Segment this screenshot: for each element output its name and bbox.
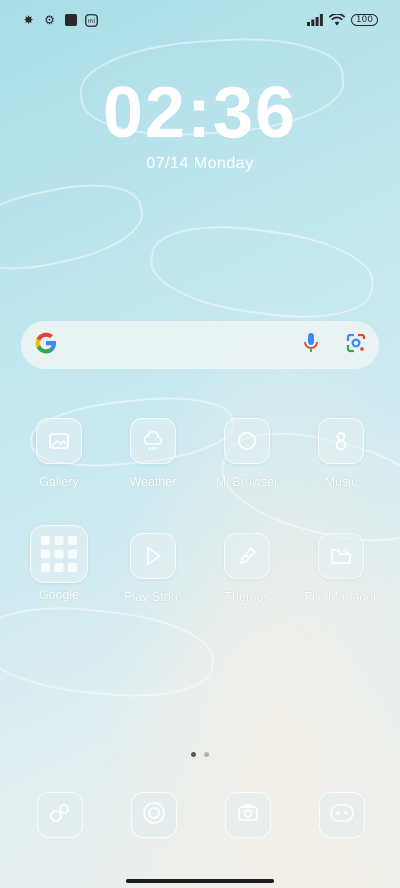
dock-chat[interactable] [319, 792, 365, 838]
status-bar: ✸ ⚙ mi 100 [22, 10, 378, 30]
app-themes[interactable]: Themes [197, 533, 297, 604]
app-label: Themes [224, 590, 270, 604]
messages-icon [141, 800, 167, 830]
clock-date[interactable]: 07/14 Monday [0, 155, 400, 173]
themes-icon [224, 533, 270, 579]
google-logo-icon [33, 330, 59, 360]
camera-icon [236, 802, 260, 828]
app-label: Gallery [39, 475, 79, 489]
mi-icon: mi [85, 13, 98, 27]
page-dot-2[interactable] [204, 752, 209, 757]
google-search-bar[interactable] [21, 321, 379, 369]
app-label: Play Store [124, 590, 182, 604]
file-manager-icon [318, 533, 364, 579]
phone-icon [48, 801, 72, 829]
app-weather[interactable]: Weather [103, 418, 203, 489]
settings-gear-icon: ⚙ [44, 13, 55, 27]
battery-indicator: 100 [350, 14, 378, 26]
app-label: File Manager [304, 590, 378, 604]
folder-google[interactable]: Google [9, 525, 109, 602]
browser-icon [224, 418, 270, 464]
google-folder-icon [30, 525, 88, 583]
weather-icon [130, 418, 176, 464]
dock-phone[interactable] [37, 792, 83, 838]
voice-search-mic-icon[interactable] [303, 332, 319, 358]
signal-icon [306, 11, 323, 30]
play-store-icon [130, 533, 176, 579]
dock-messages[interactable] [131, 792, 177, 838]
app-label: Mi Browser [215, 475, 279, 489]
app-label: Weather [129, 475, 177, 489]
google-lens-icon[interactable] [345, 332, 367, 358]
clock-time[interactable]: 02:36 [0, 72, 400, 154]
app-file-manager[interactable]: File Manager [291, 533, 391, 604]
gallery-icon [36, 418, 82, 464]
music-icon [318, 418, 364, 464]
chat-icon [329, 802, 355, 828]
app-square-icon [64, 14, 77, 27]
app-mi-browser[interactable]: Mi Browser [197, 418, 297, 489]
bug-icon: ✸ [23, 13, 34, 27]
app-music[interactable]: Music [291, 418, 391, 489]
app-label: Google [38, 588, 80, 602]
home-gesture-bar[interactable] [126, 879, 274, 883]
app-play-store[interactable]: Play Store [103, 533, 203, 604]
page-dot-1[interactable] [191, 752, 196, 757]
wifi-icon [328, 11, 346, 30]
svg-text:mi: mi [88, 18, 96, 25]
app-gallery[interactable]: Gallery [9, 418, 109, 489]
app-label: Music [324, 475, 358, 489]
page-indicator[interactable] [0, 752, 400, 757]
dock-camera[interactable] [225, 792, 271, 838]
